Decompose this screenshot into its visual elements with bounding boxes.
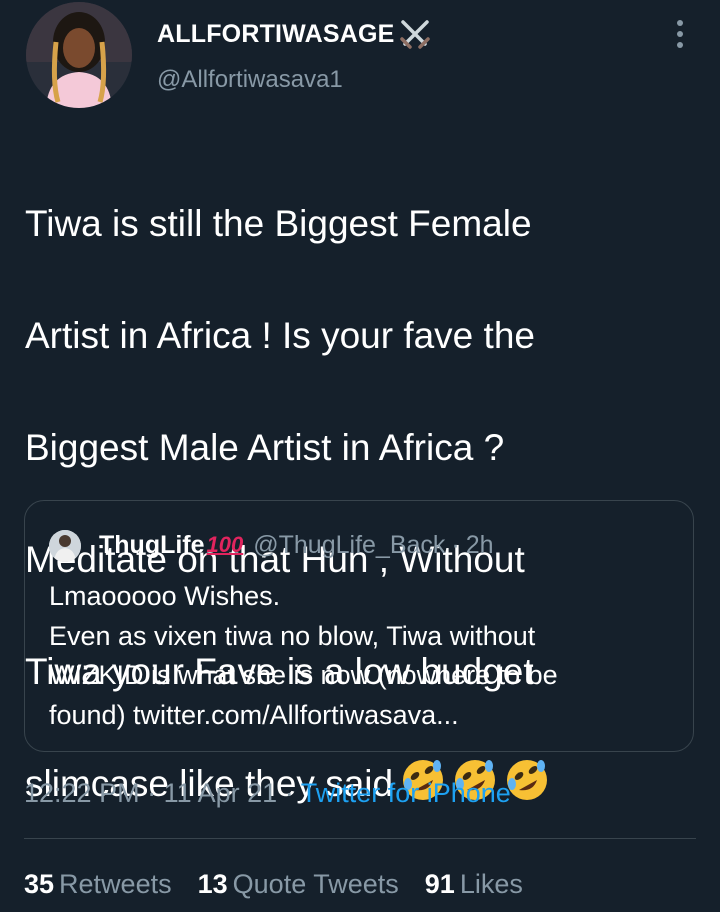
dot-separator: · — [284, 778, 294, 808]
dot-separator: · — [147, 778, 157, 808]
quoted-tweet-line: Even as vixen tiwa no blow, Tiwa without — [49, 620, 536, 651]
quote-tweets-count: 13 — [197, 869, 228, 899]
likes-count: 91 — [424, 869, 455, 899]
tweet-time[interactable]: 12:22 PM — [24, 778, 140, 808]
likes-label: Likes — [459, 869, 523, 899]
author-display-name[interactable]: ALLFORTIWASAGE — [157, 20, 395, 49]
author-name-row[interactable]: ALLFORTIWASAGE — [157, 16, 433, 52]
quoted-tweet-line: WIZKID is what she is now (nowhere to be — [49, 660, 558, 690]
author-avatar[interactable] — [26, 2, 132, 108]
quoted-tweet-header: ThugLife 100 @ThugLife_Back · 2h — [99, 527, 494, 563]
retweets-stat[interactable]: 35 Retweets — [24, 869, 172, 900]
tweet-source-link[interactable]: Twitter for iPhone — [301, 778, 511, 808]
retweets-count: 35 — [24, 869, 55, 899]
quoted-tweet-line: Lmaooooo Wishes. — [49, 581, 281, 611]
divider — [24, 838, 696, 839]
hundred-points-icon: 100 — [206, 532, 244, 557]
tweet-line: Biggest Male Artist in Africa ? — [25, 427, 505, 468]
quoted-tweet-time: 2h — [465, 530, 494, 559]
quoted-tweet-card[interactable]: ThugLife 100 @ThugLife_Back · 2h Lmaoooo… — [24, 500, 694, 752]
quote-tweets-stat[interactable]: 13 Quote Tweets — [198, 869, 399, 900]
tweet-line: Artist in Africa ! Is your fave the — [25, 315, 535, 356]
quoted-tweet-line: found) twitter.com/Allfortiwasava... — [49, 699, 459, 730]
more-options-icon[interactable] — [672, 18, 688, 50]
dot-separator: · — [451, 530, 460, 559]
quote-tweets-label: Quote Tweets — [232, 869, 399, 899]
quoted-author-avatar[interactable] — [49, 530, 81, 562]
author-handle[interactable]: @Allfortiwasava1 — [157, 66, 343, 94]
tweet-stats: 35 Retweets 13 Quote Tweets 91 Likes — [24, 869, 523, 900]
quoted-author-name[interactable]: ThugLife — [99, 531, 205, 560]
quoted-author-handle[interactable]: @ThugLife_Back — [253, 531, 445, 560]
tweet-meta: 12:22 PM · 11 Apr 21 · Twitter for iPhon… — [24, 778, 511, 809]
crossed-swords-icon — [399, 20, 430, 49]
quoted-tweet-text: Lmaooooo Wishes. Even as vixen tiwa no b… — [49, 577, 679, 735]
retweets-label: Retweets — [59, 869, 172, 899]
tweet-date[interactable]: 11 Apr 21 — [164, 778, 278, 808]
likes-stat[interactable]: 91 Likes — [425, 869, 523, 900]
tweet-line: Tiwa is still the Biggest Female — [25, 203, 532, 244]
